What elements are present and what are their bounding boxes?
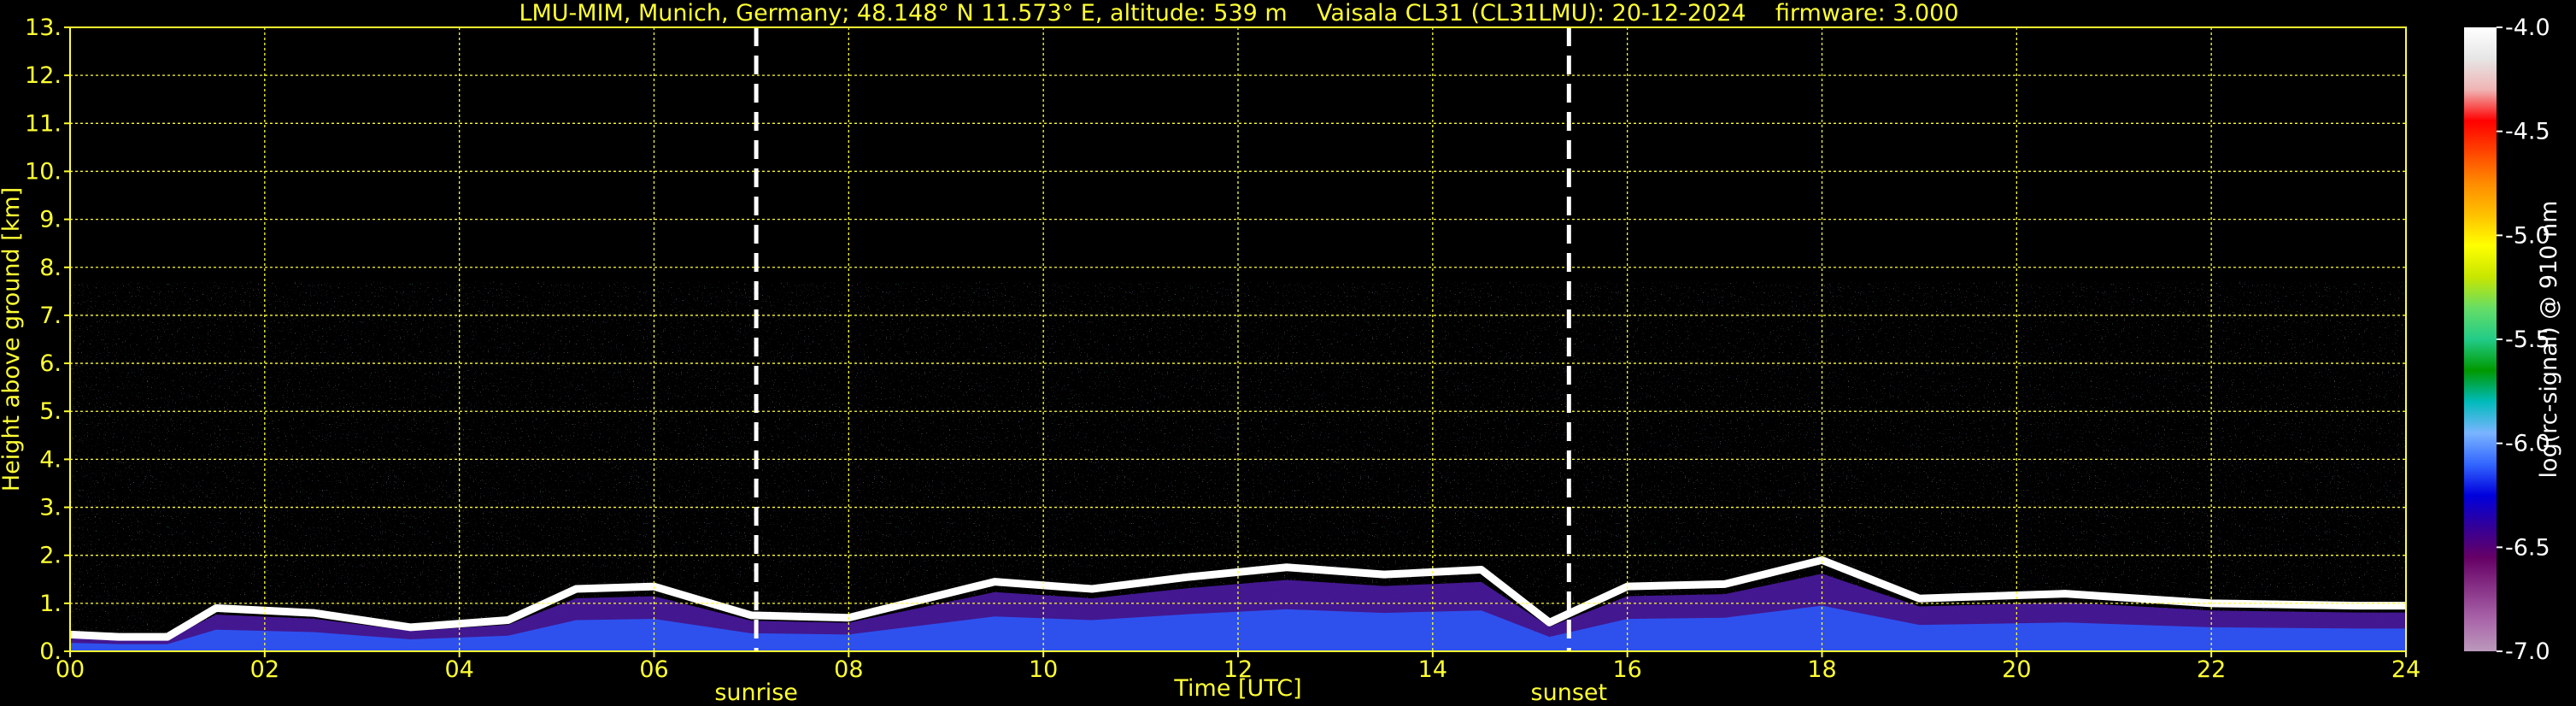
- colorbar-tick-label: -4.0: [2505, 15, 2550, 41]
- x-tick-label: 08: [834, 656, 863, 683]
- x-tick-label: 02: [250, 656, 279, 683]
- x-tick-label: 04: [444, 656, 473, 683]
- sunrise-label: sunrise: [714, 680, 798, 706]
- colorbar: -4.0-4.5-5.0-5.5-6.0-6.5-7.0 log(rc-sign…: [2464, 15, 2562, 665]
- x-tick-label: 18: [1807, 656, 1836, 683]
- x-axis-label: Time [UTC]: [1173, 675, 1301, 702]
- x-tick-label: 14: [1418, 656, 1447, 683]
- y-tick-label: 2.: [39, 543, 62, 569]
- colorbar-label: log(rc-signal) @ 910 nm: [2536, 201, 2562, 479]
- y-tick-label: 12.: [25, 62, 62, 89]
- x-tick-label: 00: [56, 656, 85, 683]
- y-axis: 0.1.2.3.4.5.6.7.8.9.10.11.12.13.: [25, 15, 70, 665]
- y-tick-label: 7.: [39, 303, 62, 329]
- x-tick-label: 16: [1612, 656, 1641, 683]
- y-tick-label: 8.: [39, 255, 62, 281]
- y-tick-label: 4.: [39, 446, 62, 473]
- colorbar-scale: [2464, 27, 2497, 651]
- colorbar-tick-label: -7.0: [2505, 638, 2550, 665]
- colorbar-tick-label: -6.5: [2505, 534, 2550, 561]
- y-tick-label: 3.: [39, 495, 62, 521]
- sunset-label: sunset: [1531, 680, 1608, 706]
- y-tick-label: 1.: [39, 591, 62, 617]
- x-tick-label: 10: [1029, 656, 1058, 683]
- x-tick-label: 06: [639, 656, 668, 683]
- y-tick-label: 9.: [39, 207, 62, 233]
- x-tick-label: 22: [2197, 656, 2226, 683]
- y-tick-label: 5.: [39, 398, 62, 425]
- x-tick-label: 24: [2391, 656, 2421, 683]
- chart-title: LMU-MIM, Munich, Germany; 48.148° N 11.5…: [519, 0, 1959, 26]
- plot-area: sunrise sunset: [69, 26, 2407, 706]
- ceilometer-chart: sunrise sunset 0.1.2.3.4.5.6.7.8.9.10.11.…: [0, 15, 2562, 706]
- y-tick-label: 6.: [39, 350, 62, 377]
- x-tick-label: 20: [2002, 656, 2031, 683]
- y-tick-label: 10.: [25, 158, 62, 185]
- y-tick-label: 11.: [25, 110, 62, 137]
- colorbar-tick-label: -4.5: [2505, 119, 2550, 145]
- y-axis-label: Height above ground [km]: [0, 187, 25, 491]
